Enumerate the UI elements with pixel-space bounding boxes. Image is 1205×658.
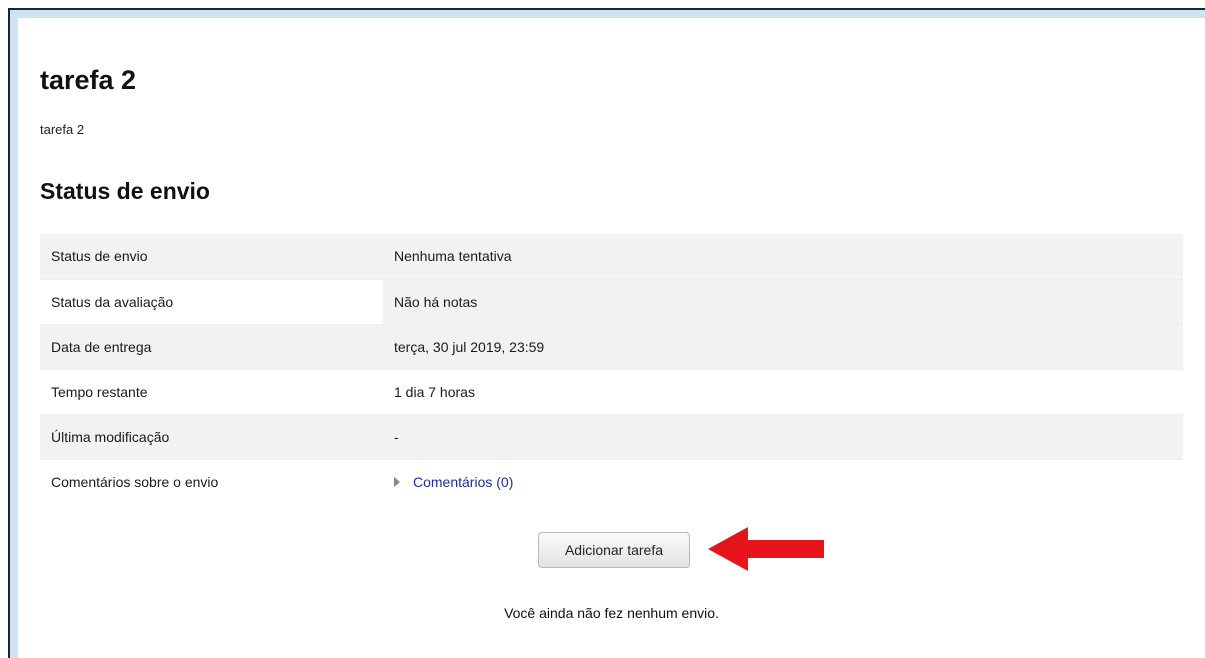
row-value: - bbox=[383, 414, 1183, 460]
red-arrow-left-icon bbox=[708, 527, 824, 571]
add-submission-button[interactable]: Adicionar tarefa bbox=[538, 532, 690, 568]
submission-status-table: Status de envio Nenhuma tentativa Status… bbox=[40, 234, 1183, 504]
row-label: Última modificação bbox=[40, 414, 383, 460]
table-row: Status de envio Nenhuma tentativa bbox=[40, 234, 1183, 280]
no-submission-message: Você ainda não fez nenhum envio. bbox=[504, 605, 719, 621]
comments-link[interactable]: Comentários (0) bbox=[413, 474, 513, 490]
row-label: Data de entrega bbox=[40, 324, 383, 370]
section-title: Status de envio bbox=[40, 178, 210, 204]
table-row: Comentários sobre o envio Comentários (0… bbox=[40, 459, 1183, 504]
row-value: 1 dia 7 horas bbox=[383, 369, 1183, 415]
row-value: terça, 30 jul 2019, 23:59 bbox=[383, 324, 1183, 370]
comments-cell: Comentários (0) bbox=[383, 459, 1183, 504]
page-title: tarefa 2 bbox=[40, 65, 137, 95]
row-label: Comentários sobre o envio bbox=[40, 459, 383, 504]
table-row: Tempo restante 1 dia 7 horas bbox=[40, 369, 1183, 415]
row-label: Tempo restante bbox=[40, 369, 383, 415]
assignment-intro: tarefa 2 bbox=[40, 122, 85, 137]
row-label: Status da avaliação bbox=[40, 279, 383, 325]
caret-right-icon[interactable] bbox=[394, 477, 400, 488]
row-value: Não há notas bbox=[383, 279, 1183, 325]
row-value: Nenhuma tentativa bbox=[383, 234, 1183, 280]
row-label: Status de envio bbox=[40, 234, 383, 280]
table-row: Última modificação - bbox=[40, 414, 1183, 460]
table-row: Data de entrega terça, 30 jul 2019, 23:5… bbox=[40, 324, 1183, 370]
table-row: Status da avaliação Não há notas bbox=[40, 279, 1183, 325]
